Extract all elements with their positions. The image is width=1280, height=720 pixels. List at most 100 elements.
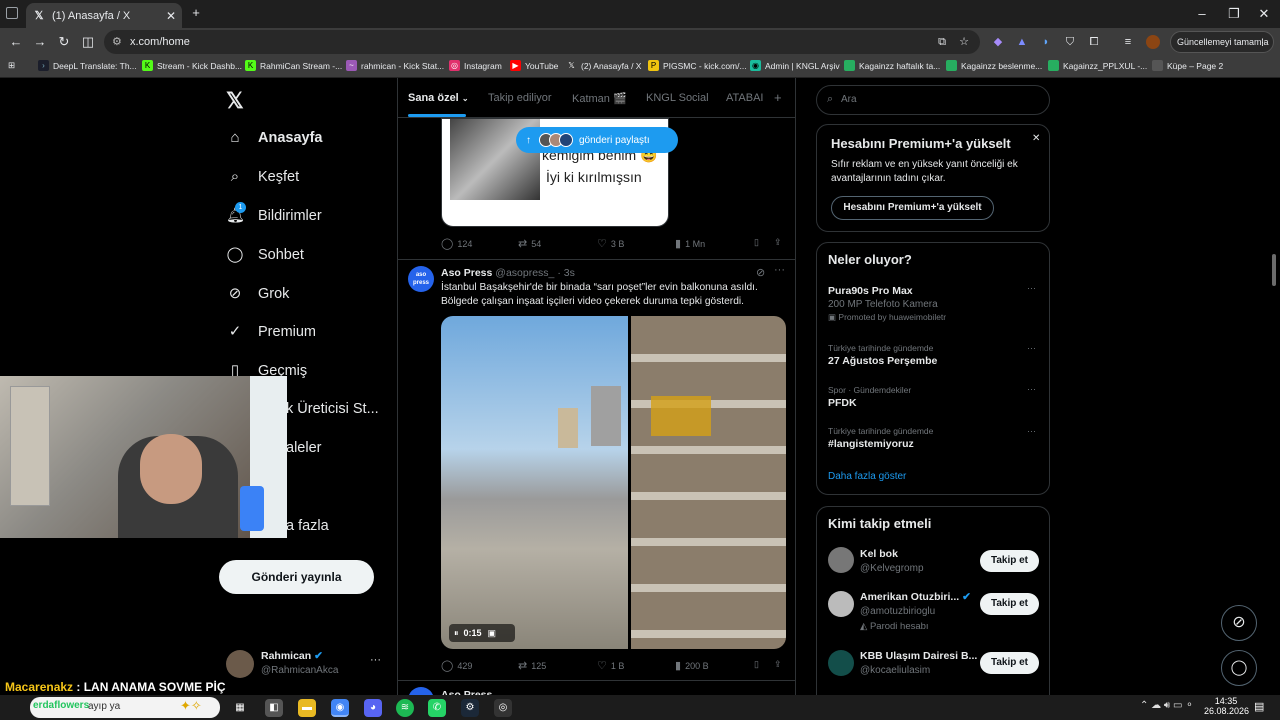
steam-icon[interactable]: ⚙	[461, 699, 479, 717]
reply-button[interactable]: ◯ 124	[441, 237, 472, 250]
more-icon[interactable]: ···	[1027, 343, 1036, 353]
bookmark-item[interactable]: › DeepL Translate: Th...	[38, 60, 137, 71]
side-panel-icon[interactable]: ◫	[80, 34, 96, 50]
add-tab-button[interactable]: +	[774, 90, 782, 105]
nav-more[interactable]: a fazla	[286, 518, 329, 534]
taskbar-search[interactable]: erdaflowers ayıp ya ✦✧	[30, 697, 220, 718]
tab-close-icon[interactable]: ✕	[166, 9, 176, 23]
whatsapp-icon[interactable]: ✆	[428, 699, 446, 717]
trend-item[interactable]: Pura90s Pro Max 200 MP Telefoto Kamera ▣…	[828, 285, 1038, 323]
update-button[interactable]: Güncellemeyi tamamla ⋮	[1170, 31, 1274, 53]
x-logo-icon[interactable]: 𝕏	[226, 88, 244, 114]
post-author[interactable]: Aso Press	[441, 267, 492, 279]
avatar[interactable]	[828, 547, 854, 573]
close-window-button[interactable]: ✕	[1254, 6, 1274, 22]
follow-button[interactable]: Takip et	[980, 593, 1039, 615]
extension-icon[interactable]: ◆	[990, 34, 1006, 50]
tab-kngl-social[interactable]: KNGL Social	[646, 92, 709, 104]
premium-upgrade-button[interactable]: Hesabını Premium+'a yükselt	[831, 196, 994, 220]
search-input[interactable]: ⌕ Ara	[816, 85, 1050, 115]
tray-icons[interactable]: ⌃ ☁ 🔊︎ ▭ ⚬	[1140, 700, 1194, 711]
scrollbar-thumb[interactable]	[1272, 254, 1276, 286]
bookmark-icon[interactable]: ▯	[754, 237, 759, 248]
more-icon[interactable]: ···	[774, 264, 785, 276]
bookmark-item[interactable]: ◎ Instagram	[449, 60, 502, 71]
discord-icon[interactable]: ◕	[364, 699, 382, 717]
views-button[interactable]: ▮ 1 Mn	[675, 237, 705, 250]
tab-search-icon[interactable]	[6, 7, 18, 19]
tab-following[interactable]: Takip ediliyor	[488, 92, 552, 104]
nav-premium[interactable]: ✓ Premium	[226, 323, 316, 341]
apps-icon[interactable]: ⊞	[8, 60, 15, 71]
tab-for-you[interactable]: Sana özel ⌄	[408, 92, 469, 104]
install-icon[interactable]: ⧉	[934, 34, 950, 50]
nav-creator-studio[interactable]: k Üreticisi St...	[286, 401, 379, 417]
grok-icon[interactable]: ⊘	[1221, 605, 1257, 641]
browser-tab[interactable]: 𝕏 (1) Anasayfa / X ✕	[26, 3, 182, 28]
post-time[interactable]: · 3s	[557, 267, 575, 279]
views-button[interactable]: ▮ 200 B	[675, 659, 709, 672]
trend-item[interactable]: Türkiye tarihinde gündemde 27 Ağustos Pe…	[828, 343, 1038, 367]
new-tab-button[interactable]: +	[186, 5, 206, 20]
repost-button[interactable]: ⇄ 54	[518, 237, 541, 250]
more-icon[interactable]: ···	[1027, 384, 1036, 394]
reload-icon[interactable]: ↻	[56, 34, 72, 50]
more-icon[interactable]: ···	[1027, 426, 1036, 436]
obs-icon[interactable]: ◎	[494, 699, 512, 717]
bookmark-item[interactable]: ~ rahmican - Kick Stat...	[346, 60, 444, 71]
clock[interactable]: 14:35 26.08.2026	[1204, 696, 1249, 716]
like-button[interactable]: ♡ 3 B	[597, 237, 624, 250]
video-controls[interactable]: ⏸ 0:15 ▣	[449, 624, 515, 642]
bookmark-item[interactable]: ◉ Admin | KNGL Arşiv	[750, 60, 840, 71]
nav-grok[interactable]: ⊘ Grok	[226, 285, 290, 303]
profile-avatar[interactable]	[1146, 35, 1160, 49]
like-button[interactable]: ♡ 1 B	[597, 659, 624, 672]
task-view-icon[interactable]: ▦	[231, 699, 249, 717]
tab-katman[interactable]: Katman 🎬	[572, 92, 627, 105]
bookmark-item[interactable]: Kagainzz beslenme...	[946, 60, 1042, 71]
tab-atabai[interactable]: ATABAI	[726, 92, 764, 104]
bookmark-item[interactable]: Kagainzz haftalık ta...	[844, 60, 940, 71]
nav-home[interactable]: ⌂ Anasayfa	[226, 129, 322, 147]
trend-item[interactable]: Türkiye tarihinde gündemde #langistemiyo…	[828, 426, 1038, 450]
maximize-button[interactable]: ❐	[1224, 6, 1244, 22]
share-icon[interactable]: ⇪	[774, 237, 782, 248]
bookmark-item[interactable]: Kagainzz_PPLXUL -...	[1048, 60, 1147, 71]
more-icon[interactable]: ···	[370, 654, 381, 666]
bookmark-item[interactable]: 𝕏 (2) Anasayfa / X	[566, 60, 641, 71]
share-icon[interactable]: ⇪	[774, 659, 782, 670]
avatar[interactable]: aso press	[408, 266, 434, 292]
reply-button[interactable]: ◯ 429	[441, 659, 472, 672]
back-icon[interactable]: ←	[8, 34, 24, 50]
forward-icon[interactable]: →	[32, 34, 48, 50]
follow-name[interactable]: Kel bok	[860, 548, 898, 560]
nav-articles[interactable]: aleler	[286, 440, 321, 456]
account-switcher[interactable]: Rahmican ✔ @RahmicanAkca ···	[226, 648, 396, 682]
bookmark-star-icon[interactable]: ☆	[956, 34, 972, 50]
extension-icon[interactable]: ◗	[1038, 34, 1054, 50]
close-icon[interactable]: ✕	[1032, 133, 1040, 144]
bookmark-icon[interactable]: ▯	[754, 659, 759, 670]
repost-button[interactable]: ⇄ 125	[518, 659, 546, 672]
extension-icon[interactable]: ▲	[1014, 34, 1030, 50]
nav-chat[interactable]: ◯ Sohbet	[226, 246, 304, 264]
puzzle-icon[interactable]: ⧠	[1086, 34, 1102, 50]
media-icon[interactable]: ≡	[1120, 34, 1136, 50]
address-bar[interactable]: ⚙ x.com/home	[104, 30, 980, 54]
bookmark-item[interactable]: ▶ YouTube	[510, 60, 558, 71]
bookmark-item[interactable]: K RahmiCan Stream -...	[245, 60, 342, 71]
grok-icon[interactable]: ⊘	[756, 266, 765, 279]
site-info-icon[interactable]: ⚙	[112, 30, 122, 54]
chrome-icon[interactable]: ◉	[331, 699, 349, 717]
notification-center-icon[interactable]: ▤	[1254, 700, 1264, 713]
post-image[interactable]	[631, 316, 786, 649]
nav-explore[interactable]: ⌕ Keşfet	[226, 168, 299, 186]
bookmark-item[interactable]: K Stream - Kick Dashb...	[142, 60, 242, 71]
new-posts-pill[interactable]: ↑ gönderi paylaştı	[516, 127, 678, 153]
nav-notifications[interactable]: 🔔︎ 1 Bildirimler	[226, 202, 322, 225]
shield-icon[interactable]: ⛉	[1062, 34, 1078, 50]
show-more-link[interactable]: Daha fazla göster	[828, 471, 906, 482]
messages-icon[interactable]: ◯	[1221, 650, 1257, 686]
follow-name[interactable]: KBB Ulaşım Dairesi B...	[860, 650, 977, 662]
avatar[interactable]	[828, 650, 854, 676]
